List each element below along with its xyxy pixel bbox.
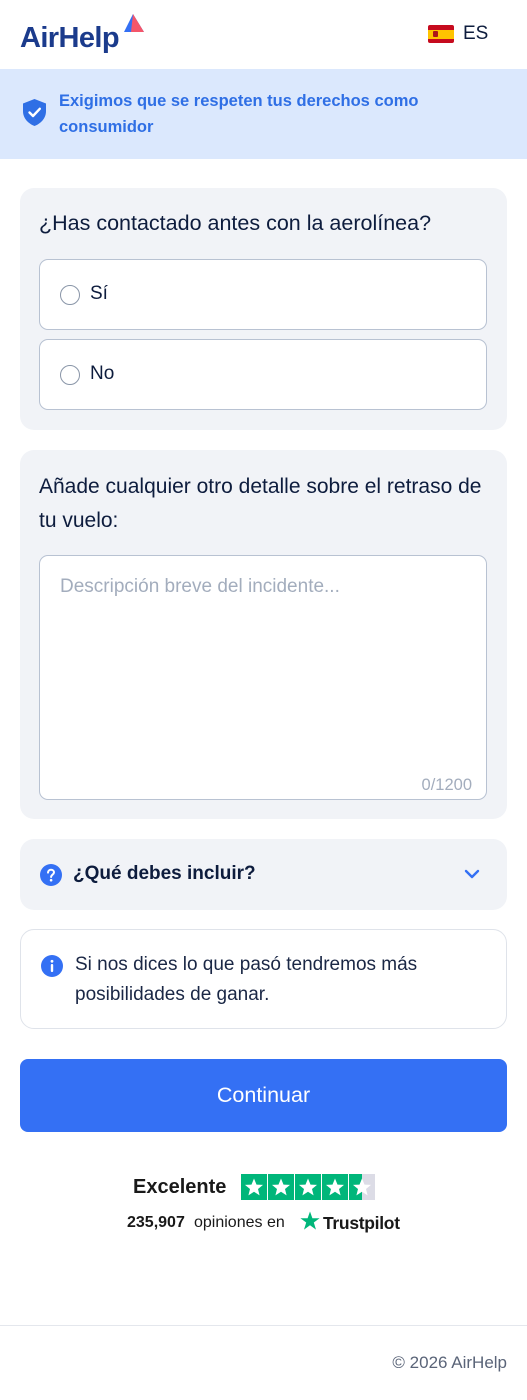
language-selector[interactable]: ES [428, 22, 488, 46]
incident-description-textarea[interactable]: Descripción breve del incidente... 0/120… [39, 555, 487, 800]
continue-button-label: Continuar [216, 1083, 311, 1107]
contact-airline-card: ¿Has contactado antes con la aerolínea? … [20, 188, 507, 430]
trustpilot-stars [241, 1174, 375, 1200]
radio-yes[interactable] [60, 285, 80, 305]
continue-button[interactable]: Continuar [20, 1059, 507, 1132]
info-text: Si nos dices lo que pasó tendremos más p… [75, 954, 418, 1005]
option-no[interactable]: No [39, 339, 487, 410]
option-no-label: No [90, 363, 115, 384]
star-icon [241, 1174, 267, 1200]
option-yes[interactable]: Sí [39, 259, 487, 330]
logo-text: AirHelp [20, 22, 120, 54]
banner-text: Exigimos que se respeten tus derechos co… [59, 92, 419, 136]
trustpilot-rating-label: Excelente [133, 1176, 227, 1198]
question-circle-icon [40, 864, 62, 886]
consumer-rights-banner: Exigimos que se respeten tus derechos co… [0, 69, 527, 159]
footer-divider [0, 1325, 527, 1326]
trustpilot-star-icon [300, 1211, 320, 1230]
what-to-include-accordion[interactable]: ¿Qué debes incluir? [20, 839, 507, 910]
logo-mark-icon [124, 14, 144, 32]
details-title: Añade cualquier otro detalle sobre el re… [39, 475, 482, 532]
textarea-placeholder: Descripción breve del incidente... [60, 576, 340, 597]
language-code: ES [463, 23, 489, 44]
trustpilot-brand: Trustpilot [323, 1213, 400, 1233]
contact-question-title: ¿Has contactado antes con la aerolínea? [39, 211, 432, 235]
star-icon [295, 1174, 321, 1200]
accordion-label: ¿Qué debes incluir? [73, 863, 256, 884]
spain-flag-icon [428, 25, 454, 43]
header: AirHelp ES [0, 0, 527, 68]
half-star-icon [349, 1174, 375, 1200]
character-counter: 0/1200 [421, 776, 472, 794]
details-card: Añade cualquier otro detalle sobre el re… [20, 450, 507, 819]
trustpilot-review-count: 235,907 [127, 1214, 185, 1231]
footer-copyright: © 2026 AirHelp [392, 1353, 507, 1372]
option-yes-label: Sí [90, 283, 108, 304]
info-circle-icon [41, 955, 63, 977]
trustpilot-reviews-text: opiniones en [194, 1214, 285, 1231]
radio-no[interactable] [60, 365, 80, 385]
star-icon [268, 1174, 294, 1200]
shield-check-icon [23, 99, 46, 126]
star-icon [322, 1174, 348, 1200]
chevron-down-icon[interactable] [463, 867, 481, 881]
info-box: Si nos dices lo que pasó tendremos más p… [20, 929, 507, 1029]
